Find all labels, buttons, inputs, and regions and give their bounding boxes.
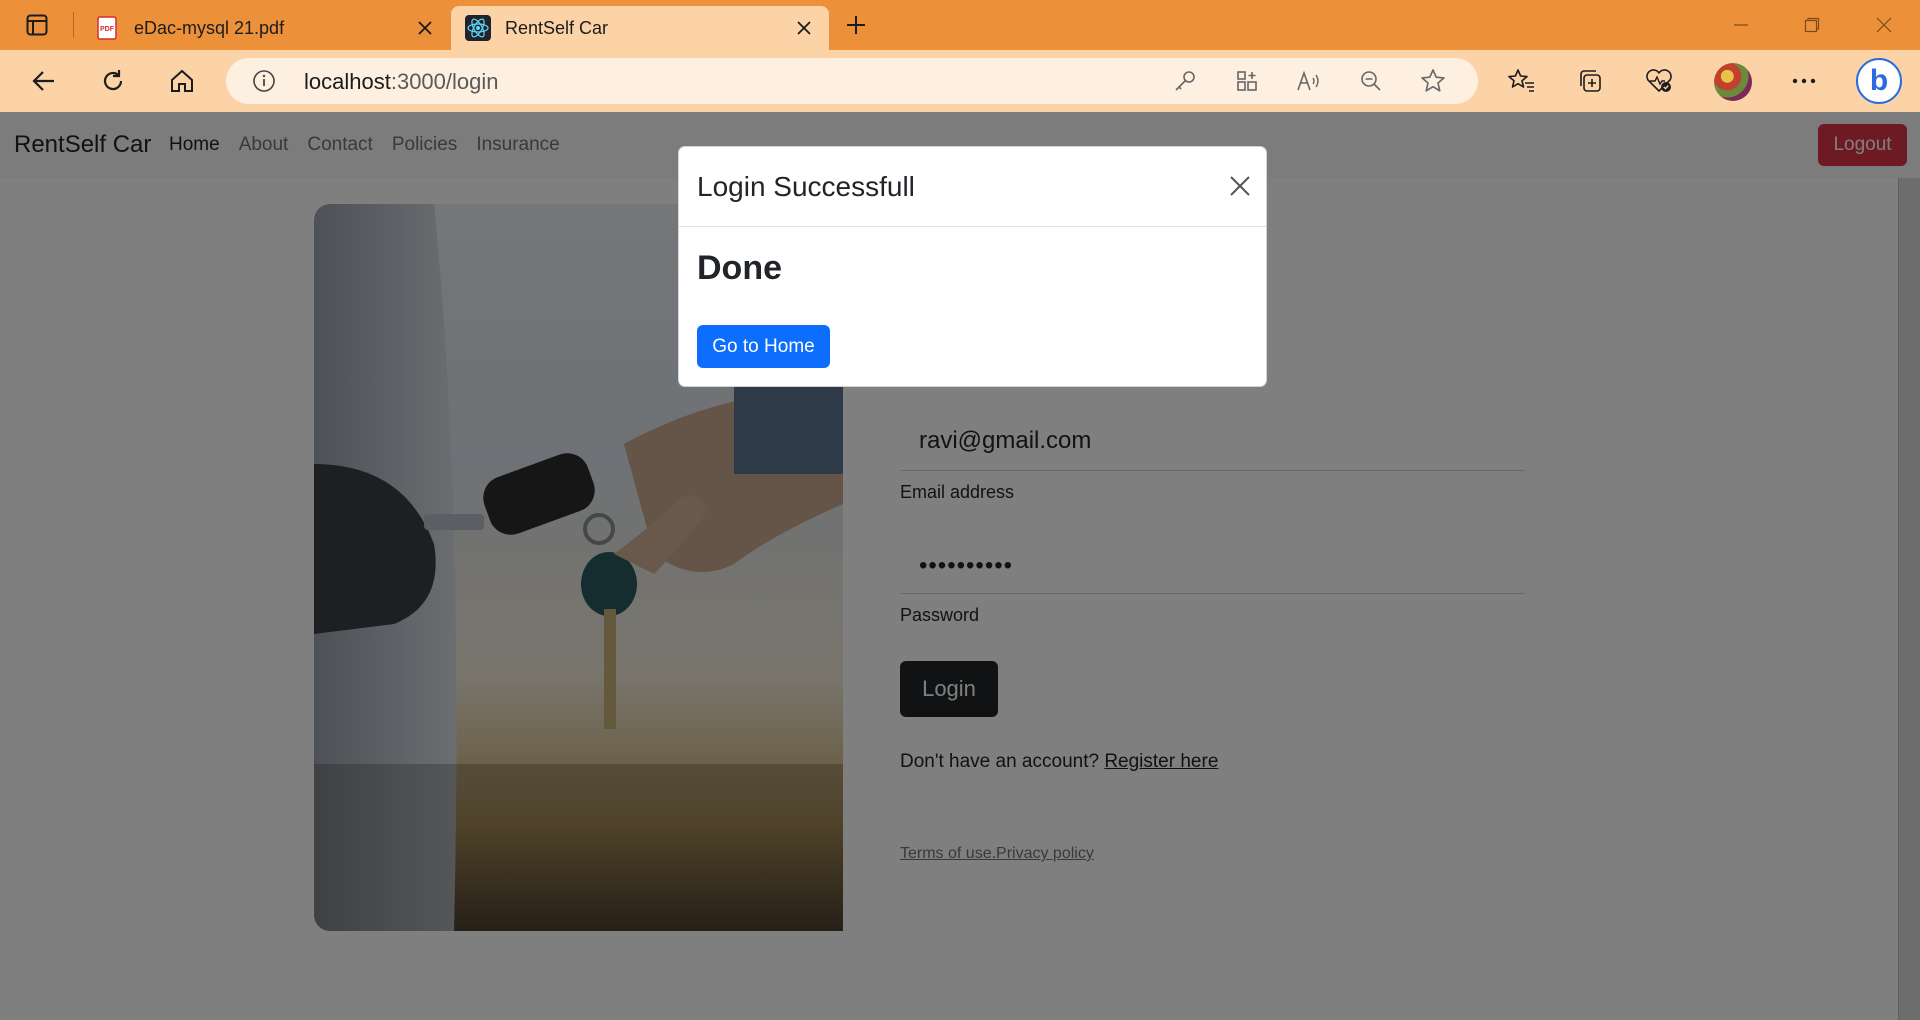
profile-avatar[interactable] — [1714, 63, 1752, 101]
bing-copilot-icon[interactable]: b — [1856, 58, 1902, 104]
tab-title: eDac-mysql 21.pdf — [134, 17, 285, 38]
modal-title: Login Successfull — [697, 171, 915, 202]
url-text[interactable]: localhost:3000/login — [304, 69, 499, 95]
close-icon[interactable] — [793, 17, 815, 39]
refresh-icon[interactable] — [97, 65, 129, 97]
window-close-icon[interactable] — [1869, 12, 1899, 38]
modal-body-text: Done — [697, 249, 782, 287]
bing-letter: b — [1869, 64, 1889, 97]
tab-pdf[interactable]: PDF eDac-mysql 21.pdf — [80, 6, 450, 50]
tab-title: RentSelf Car — [505, 17, 609, 38]
zoom-out-icon[interactable] — [1357, 67, 1385, 95]
react-icon — [465, 15, 491, 41]
pdf-icon: PDF — [94, 15, 120, 41]
go-to-home-button[interactable]: Go to Home — [697, 325, 830, 368]
more-icon[interactable] — [1788, 65, 1820, 97]
address-bar[interactable]: localhost:3000/login — [226, 58, 1478, 104]
url-host: localhost — [304, 69, 391, 94]
back-icon[interactable] — [28, 65, 60, 97]
tab-rentself[interactable]: RentSelf Car — [451, 6, 829, 50]
key-icon[interactable] — [1171, 67, 1199, 95]
svg-text:PDF: PDF — [100, 26, 115, 33]
restore-icon[interactable] — [1797, 12, 1827, 38]
minimize-icon[interactable] — [1726, 12, 1756, 38]
apps-icon[interactable] — [1233, 67, 1261, 95]
modal-header: Login Successfull — [679, 147, 1266, 227]
url-path: :3000/login — [390, 69, 499, 94]
close-icon[interactable] — [414, 17, 436, 39]
read-aloud-icon[interactable] — [1295, 67, 1323, 95]
collections-icon[interactable] — [1574, 65, 1606, 97]
browser-tab-bar: PDF eDac-mysql 21.pdf RentSelf Car — [0, 0, 1920, 50]
new-tab-icon[interactable] — [843, 12, 869, 38]
page-scrollbar[interactable] — [1898, 178, 1920, 1020]
close-icon[interactable] — [1223, 169, 1257, 203]
browser-toolbar: localhost:3000/login b — [0, 50, 1920, 112]
browser-essentials-icon[interactable] — [1643, 65, 1675, 97]
site-info-icon[interactable] — [252, 69, 276, 93]
tab-actions-icon[interactable] — [24, 12, 50, 38]
tab-divider — [73, 12, 74, 38]
login-success-modal: Login Successfull Done Go to Home — [678, 146, 1267, 387]
favorite-star-icon[interactable] — [1419, 67, 1447, 95]
home-icon[interactable] — [166, 65, 198, 97]
favorites-icon[interactable] — [1505, 65, 1537, 97]
